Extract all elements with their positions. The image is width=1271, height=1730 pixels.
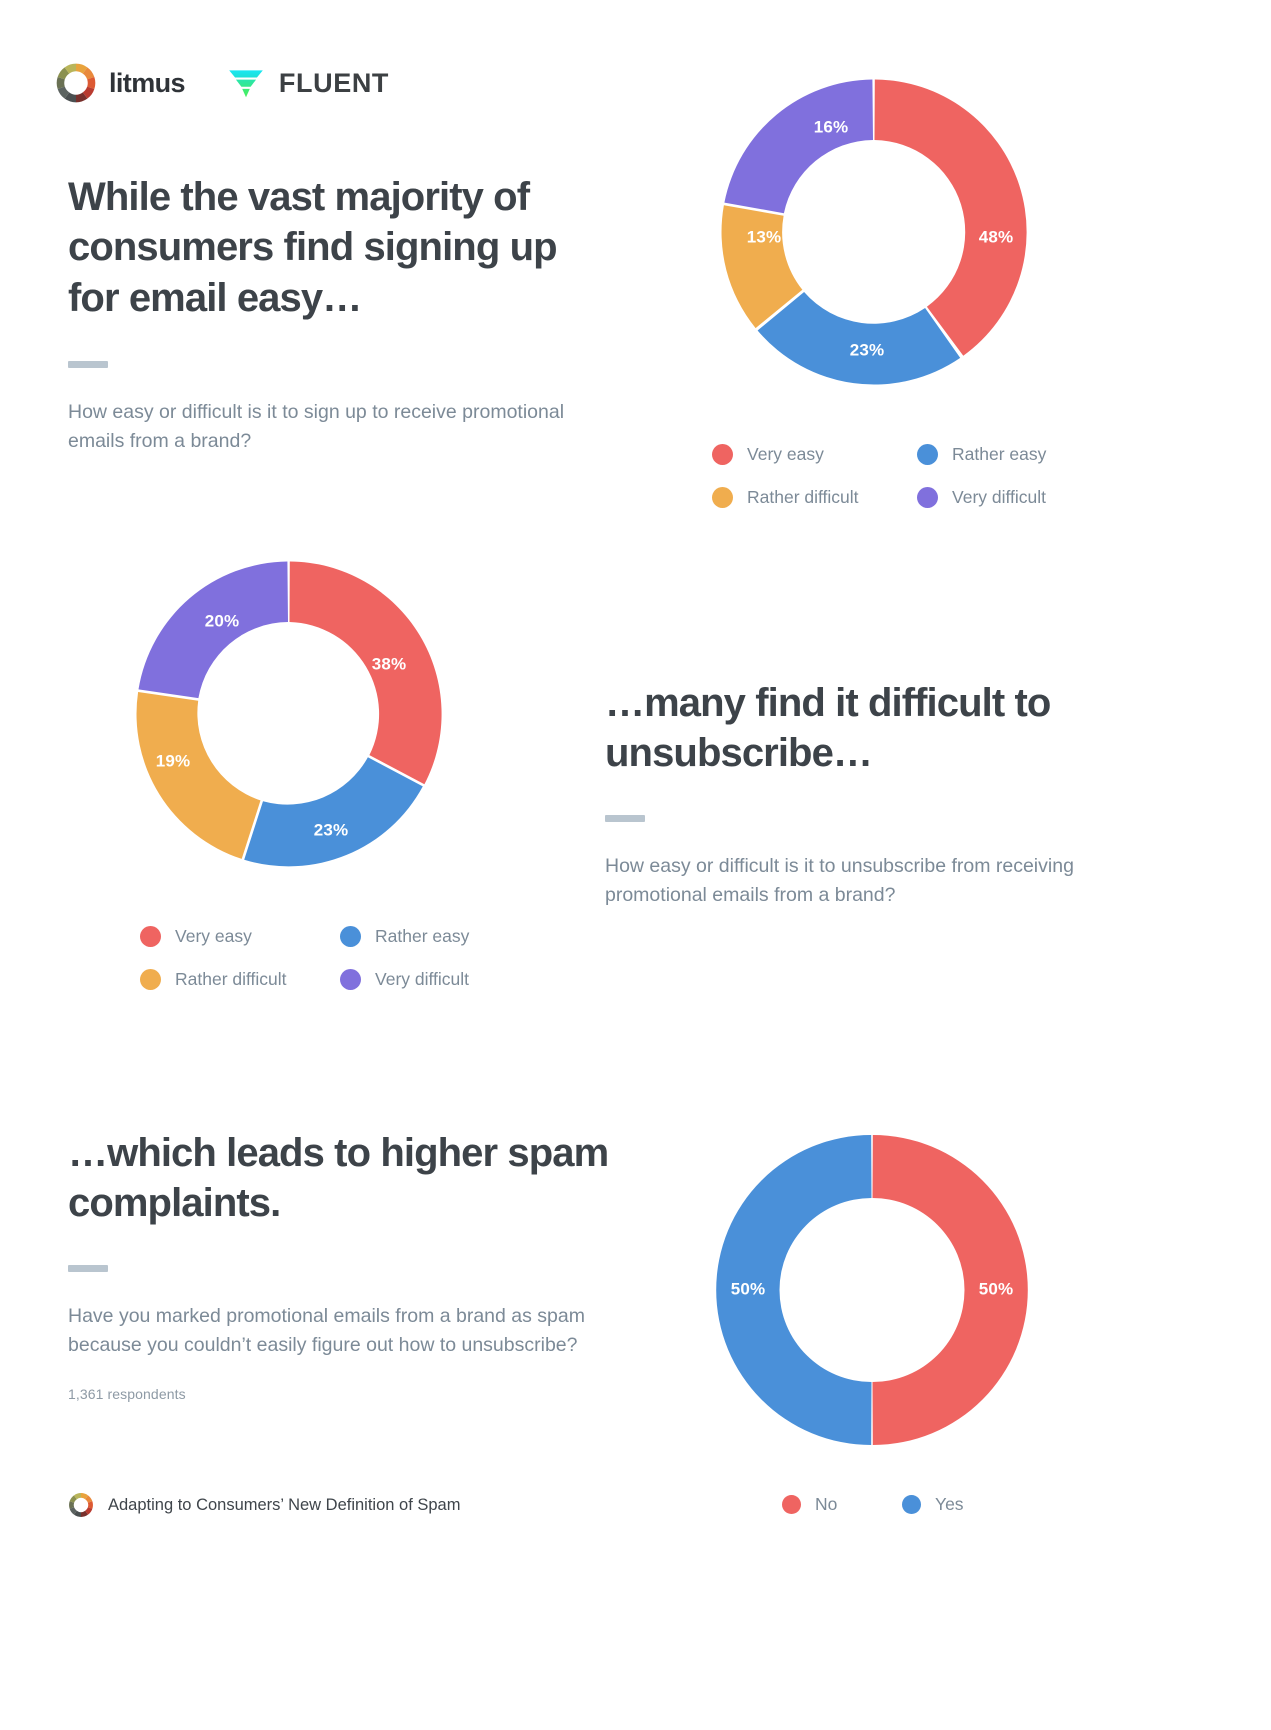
fluent-wordmark: FLUENT xyxy=(278,67,390,98)
footer-title: Adapting to Consumers’ New Definition of… xyxy=(108,1495,461,1514)
legend-item-rather-easy[interactable]: Rather easy xyxy=(340,926,540,947)
legend-dot-no xyxy=(782,1495,801,1514)
legend-label-rather-difficult: Rather difficult xyxy=(175,969,287,989)
slice-value-rather-difficult: 13% xyxy=(747,227,782,246)
slice-value-rather-easy: 23% xyxy=(850,340,885,359)
legend-item-no[interactable]: No xyxy=(782,1494,902,1515)
fluent-logo-lockup: FLUENT xyxy=(225,62,389,104)
fluent-funnel-icon xyxy=(229,70,263,98)
infographic-page: litmus FLUENT While the vast majority of… xyxy=(0,0,1271,1730)
divider-rule xyxy=(68,361,108,369)
legend-label-rather-easy: Rather easy xyxy=(375,926,470,946)
divider-rule xyxy=(605,814,645,822)
legend-label-no: No xyxy=(815,1494,838,1514)
signup-ease-legend: Very easy Rather easy Rather difficult V… xyxy=(712,444,1122,508)
unsubscribe-ease-legend: Very easy Rather easy Rather difficult V… xyxy=(140,926,540,990)
survey-question: Have you marked promotional emails from … xyxy=(68,1304,585,1356)
legend-item-very-difficult[interactable]: Very difficult xyxy=(340,969,540,990)
litmus-wordmark: litmus xyxy=(109,67,186,98)
litmus-logo-lockup: litmus xyxy=(55,62,186,104)
respondents-count: 1,361 respondents xyxy=(68,1385,186,1402)
legend-item-rather-difficult[interactable]: Rather difficult xyxy=(140,969,340,990)
legend-dot-yes xyxy=(902,1495,921,1514)
survey-question: How easy or difficult is it to sign up t… xyxy=(68,401,565,453)
section-unsubscribe-text: …many find it difficult to unsubscribe… … xyxy=(605,678,1105,910)
legend-dot-rather-difficult xyxy=(140,969,161,990)
legend-label-rather-difficult: Rather difficult xyxy=(747,487,859,507)
divider-rule xyxy=(68,1264,108,1272)
survey-question: How easy or difficult is it to unsubscri… xyxy=(605,854,1074,906)
section-title-spam: …which leads to higher spam complaints. xyxy=(68,1131,609,1226)
legend-dot-rather-easy xyxy=(917,444,938,465)
spam-marked-donut-chart: 50% 50% xyxy=(700,1118,1044,1462)
legend-dot-very-easy xyxy=(712,444,733,465)
legend-item-rather-difficult[interactable]: Rather difficult xyxy=(712,487,917,508)
legend-label-very-difficult: Very difficult xyxy=(952,487,1047,507)
page-title: While the vast majority of consumers fin… xyxy=(68,175,558,320)
legend-item-rather-easy[interactable]: Rather easy xyxy=(917,444,1122,465)
unsubscribe-ease-donut-chart: 38% 23% 19% 20% xyxy=(114,540,464,888)
legend-dot-very-difficult xyxy=(917,487,938,508)
legend-label-very-easy: Very easy xyxy=(175,926,252,946)
legend-label-very-easy: Very easy xyxy=(747,444,824,464)
spam-marked-legend: No Yes xyxy=(782,1494,1022,1515)
slice-value-very-easy: 48% xyxy=(979,227,1014,246)
slice-value-yes: 50% xyxy=(731,1279,766,1298)
section-spam-text: …which leads to higher spam complaints. … xyxy=(68,1128,628,1402)
donut-slice-rather-easy xyxy=(244,757,423,867)
legend-label-yes: Yes xyxy=(935,1494,964,1514)
legend-label-rather-easy: Rather easy xyxy=(952,444,1047,464)
legend-dot-rather-difficult xyxy=(712,487,733,508)
slice-value-very-easy: 38% xyxy=(372,654,407,673)
legend-item-yes[interactable]: Yes xyxy=(902,1494,1022,1515)
legend-item-very-easy[interactable]: Very easy xyxy=(140,926,340,947)
slice-value-rather-easy: 23% xyxy=(314,820,349,839)
section-title-unsubscribe: …many find it difficult to unsubscribe… xyxy=(605,681,1051,776)
litmus-color-wheel-icon xyxy=(69,1493,93,1517)
section-signup-text: While the vast majority of consumers fin… xyxy=(68,172,608,456)
slice-value-very-difficult: 16% xyxy=(814,117,849,136)
donut-slice-rather-difficult xyxy=(136,692,261,859)
slice-value-rather-difficult: 19% xyxy=(156,751,191,770)
legend-label-very-difficult: Very difficult xyxy=(375,969,470,989)
litmus-color-wheel-icon xyxy=(56,63,96,103)
legend-dot-very-difficult xyxy=(340,969,361,990)
legend-dot-very-easy xyxy=(140,926,161,947)
footer: Adapting to Consumers’ New Definition of… xyxy=(68,1492,460,1518)
slice-value-very-difficult: 20% xyxy=(205,611,240,630)
slice-value-no: 50% xyxy=(979,1279,1014,1298)
donut-slice-very-difficult xyxy=(724,79,873,214)
donut-slice-very-easy xyxy=(874,79,1027,356)
donut-slice-very-easy xyxy=(289,561,442,785)
legend-item-very-easy[interactable]: Very easy xyxy=(712,444,917,465)
signup-ease-donut-chart: 48% 23% 13% 16% xyxy=(704,58,1044,406)
legend-dot-rather-easy xyxy=(340,926,361,947)
brand-header: litmus FLUENT xyxy=(55,62,389,104)
legend-item-very-difficult[interactable]: Very difficult xyxy=(917,487,1122,508)
